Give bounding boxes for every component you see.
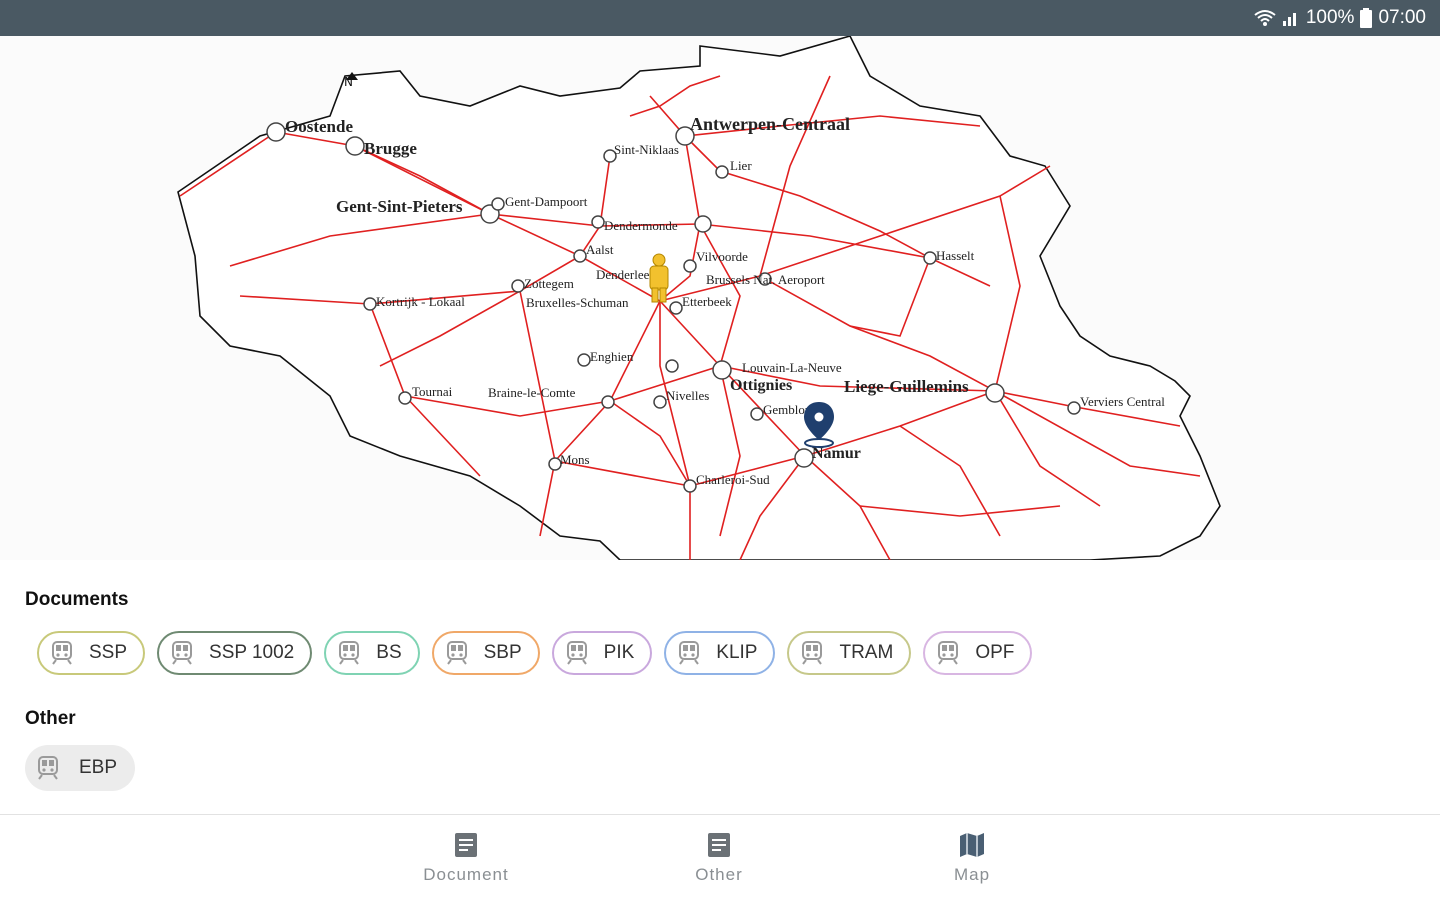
city-label: Liege-Guillemins <box>844 377 969 396</box>
city-label: Etterbeek <box>682 294 732 309</box>
city-label: Antwerpen-Centraal <box>690 114 850 134</box>
clock: 07:00 <box>1378 7 1426 28</box>
city-label: Braine-le-Comte <box>488 385 576 400</box>
chip-label: PIK <box>603 642 635 663</box>
city-label: Gent-Sint-Pieters <box>336 197 463 216</box>
train-icon <box>38 756 58 780</box>
battery-icon <box>1360 8 1373 28</box>
nav-map[interactable]: Map <box>892 831 1052 885</box>
rail-map-canvas[interactable]: Oostende Brugge Antwerpen-Centraal Sint-… <box>0 36 1440 560</box>
city-label: Zottegem <box>524 276 574 291</box>
city-label: Sint-Niklaas <box>614 142 679 157</box>
nav-label: Map <box>953 865 991 884</box>
city-label: Vilvoorde <box>696 249 748 264</box>
city-label: Verviers Central <box>1080 394 1165 409</box>
chip-label: BS <box>376 642 402 663</box>
chip-ssp-1002[interactable]: SSP 1002 <box>157 631 313 675</box>
chip-pik[interactable]: PIK <box>551 631 653 675</box>
city-label: Oostende <box>285 117 353 136</box>
chip-tram[interactable]: TRAM <box>787 631 912 675</box>
document-icon <box>455 833 477 857</box>
chip-ebp[interactable]: EBP <box>25 745 136 791</box>
city-label: Dendermonde <box>604 218 678 233</box>
chip-bs[interactable]: BS <box>324 631 420 675</box>
city-label: Enghien <box>590 349 634 364</box>
train-icon <box>938 641 959 665</box>
nav-other[interactable]: Other <box>639 831 799 885</box>
chip-ssp[interactable]: SSP <box>37 631 146 675</box>
city-label: Tournai <box>412 384 453 399</box>
chip-sbp[interactable]: SBP <box>431 631 540 675</box>
document-icon <box>708 833 730 857</box>
train-icon <box>446 641 467 665</box>
train-icon <box>172 641 193 665</box>
nav-label: Document <box>423 865 509 884</box>
city-label: Mons <box>560 452 590 467</box>
city-label: Charleroi-Sud <box>696 472 770 487</box>
battery-percent: 100% <box>1305 7 1355 28</box>
train-icon <box>52 641 72 665</box>
signal-icon <box>1282 13 1296 26</box>
wifi-icon <box>1254 10 1276 26</box>
svg-text:N: N <box>344 75 353 89</box>
chip-opf[interactable]: OPF <box>923 631 1033 675</box>
city-label: Hasselt <box>936 248 975 263</box>
city-label: Ottignies <box>730 377 792 394</box>
city-label: Louvain-La-Neuve <box>742 360 842 375</box>
train-icon <box>566 641 587 665</box>
train-icon <box>339 641 360 665</box>
city-label: Kortrijk - Lokaal <box>376 294 465 309</box>
rail-map[interactable]: Oostende Brugge Antwerpen-Centraal Sint-… <box>0 36 1440 560</box>
city-label: Bruxelles-Schuman <box>526 295 629 310</box>
city-label: Lier <box>730 158 752 173</box>
chip-label: EBP <box>79 757 118 778</box>
status-right: 100% 07:00 <box>1254 0 1426 36</box>
chip-label: SSP 1002 <box>209 642 295 663</box>
other-section-title: Other <box>25 708 76 729</box>
chip-label: KLIP <box>716 642 758 663</box>
city-label: Aalst <box>586 242 614 257</box>
nav-document[interactable]: Document <box>386 831 546 885</box>
documents-chips: SSP SSP 1002 BS SBP PIK KLIP TRAM OPF <box>37 631 1033 675</box>
map-icon <box>960 833 984 857</box>
train-icon <box>802 641 823 665</box>
chip-label: TRAM <box>839 642 894 663</box>
chip-label: SSP <box>89 642 128 663</box>
status-bar: 100% 07:00 <box>0 0 1440 36</box>
city-label: Brugge <box>364 139 417 158</box>
documents-section-title: Documents <box>25 589 129 610</box>
chip-label: SBP <box>483 642 522 663</box>
chip-klip[interactable]: KLIP <box>664 631 776 675</box>
city-label: Gent-Dampoort <box>505 194 588 209</box>
bottom-navigation: Document Other Map <box>0 815 1440 900</box>
nav-label: Other <box>695 865 743 884</box>
chip-label: OPF <box>975 642 1015 663</box>
train-icon <box>679 641 700 665</box>
city-label: Brussels Nat. Aeroport <box>706 272 825 287</box>
city-label: Nivelles <box>666 388 709 403</box>
